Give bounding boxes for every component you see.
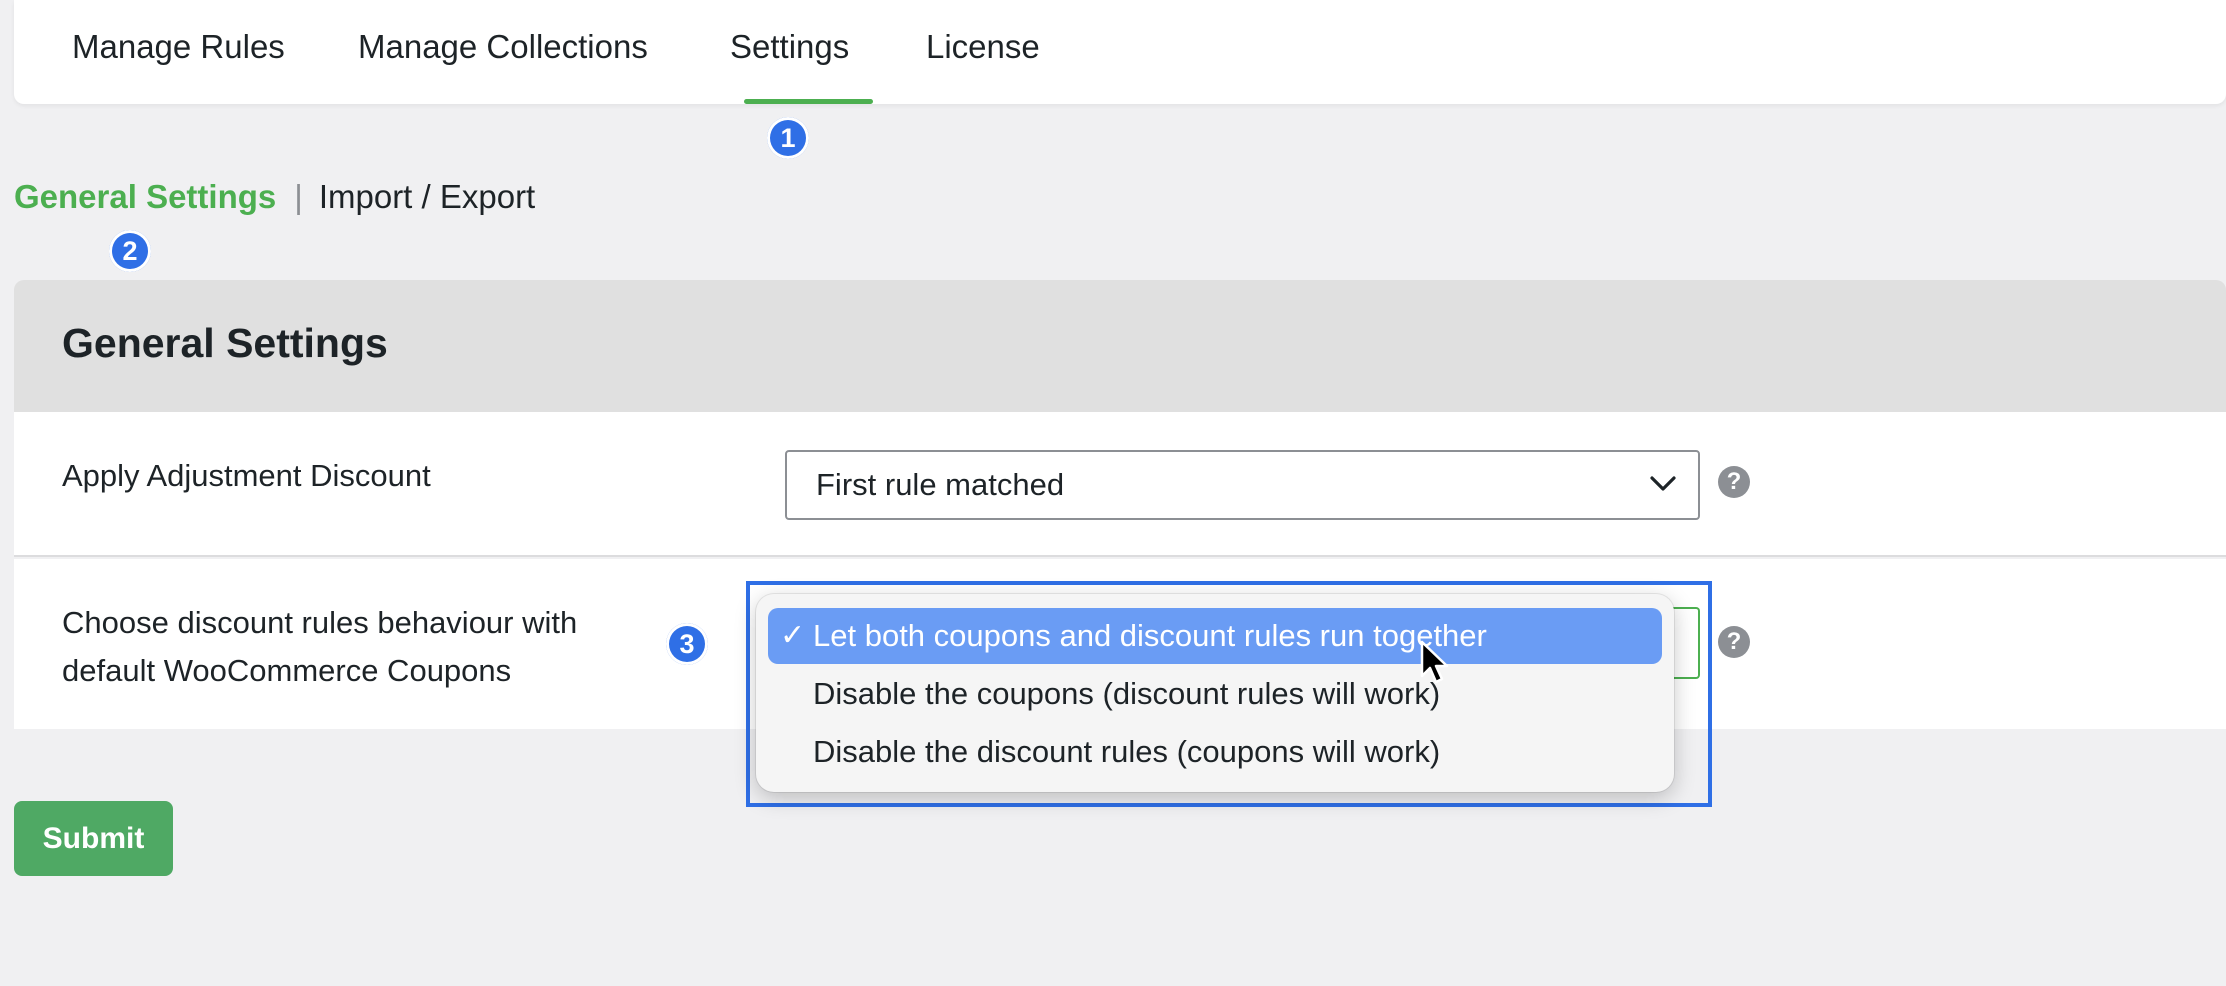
submit-button[interactable]: Submit: [14, 801, 173, 876]
dropdown-option-both-run-together[interactable]: ✓ Let both coupons and discount rules ru…: [768, 608, 1662, 664]
step-badge-2: 2: [109, 230, 151, 272]
subnav-separator: |: [294, 178, 303, 215]
coupon-behaviour-label-line2: default WooCommerce Coupons: [62, 653, 512, 688]
checkmark-icon: ✓: [780, 619, 806, 652]
help-icon[interactable]: ?: [1718, 466, 1750, 498]
chevron-down-icon: [1650, 476, 1676, 491]
dropdown-option-disable-discount-rules[interactable]: Disable the discount rules (coupons will…: [768, 724, 1662, 780]
step-badge-3: 3: [666, 623, 708, 665]
tab-manage-collections[interactable]: Manage Collections: [358, 28, 648, 66]
dropdown-option-label: Let both coupons and discount rules run …: [813, 618, 1487, 653]
top-tab-bar: Manage Rules Manage Collections Settings…: [14, 0, 2226, 104]
coupon-behaviour-dropdown-menu: ✓ Let both coupons and discount rules ru…: [756, 594, 1674, 792]
tab-settings[interactable]: Settings: [730, 28, 849, 66]
help-icon[interactable]: ?: [1718, 626, 1750, 658]
card-title: General Settings: [62, 320, 388, 366]
tab-manage-rules[interactable]: Manage Rules: [72, 28, 285, 66]
general-settings-card-header: General Settings: [14, 280, 2226, 412]
tab-license[interactable]: License: [926, 28, 1040, 66]
settings-page: Manage Rules Manage Collections Settings…: [0, 0, 2226, 986]
active-tab-underline: [744, 99, 873, 104]
setting-row-adjustment-discount: Apply Adjustment Discount First rule mat…: [14, 412, 2226, 557]
subnav-import-export[interactable]: Import / Export: [319, 178, 535, 215]
coupon-behaviour-label: Choose discount rules behaviour with def…: [62, 599, 577, 695]
settings-subnav: General Settings | Import / Export: [14, 178, 535, 216]
mouse-pointer-icon: [1420, 640, 1449, 684]
adjustment-discount-select-value: First rule matched: [816, 467, 1065, 502]
adjustment-discount-select[interactable]: First rule matched: [785, 450, 1700, 520]
subnav-general-settings[interactable]: General Settings: [14, 178, 276, 215]
dropdown-option-label: Disable the discount rules (coupons will…: [813, 734, 1441, 769]
coupon-behaviour-label-line1: Choose discount rules behaviour with: [62, 605, 578, 640]
adjustment-discount-label: Apply Adjustment Discount: [62, 458, 431, 493]
dropdown-option-disable-coupons[interactable]: Disable the coupons (discount rules will…: [768, 666, 1662, 722]
step-badge-1: 1: [767, 117, 809, 159]
dropdown-option-label: Disable the coupons (discount rules will…: [813, 676, 1441, 711]
